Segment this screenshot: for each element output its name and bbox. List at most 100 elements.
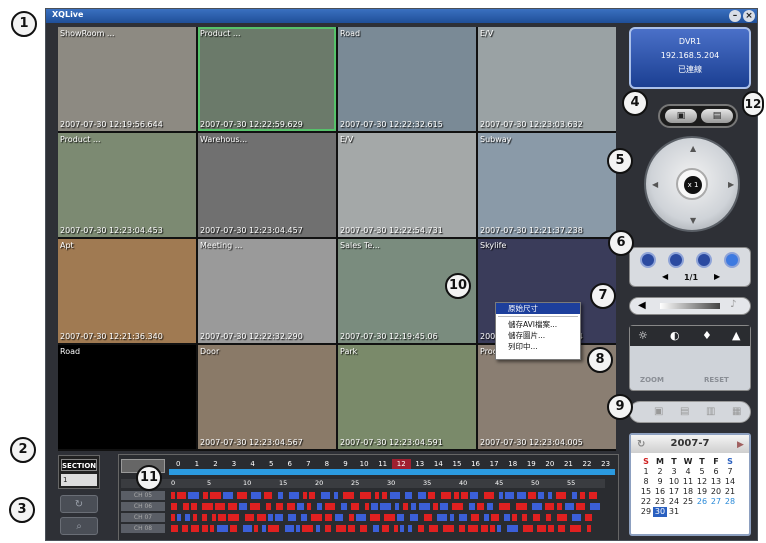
hour-tick[interactable]: 17 (485, 459, 504, 469)
prev-month-icon[interactable]: ↻ (637, 436, 645, 454)
prev-page-icon[interactable]: ◀ (662, 272, 668, 281)
ptz-center[interactable]: x 1 (676, 168, 708, 200)
calendar-day[interactable]: 3 (667, 467, 681, 477)
hour-tick[interactable]: 7 (299, 459, 318, 469)
calendar-day[interactable]: 20 (709, 487, 723, 497)
camera-tile[interactable]: Subway 2007-07-30 12:21:37.238 (478, 133, 616, 237)
ptz-control[interactable]: ▲ ▼ ◀ ▶ x 1 (644, 136, 740, 232)
calendar-day[interactable]: 13 (709, 477, 723, 487)
hour-tick[interactable]: 11 (373, 459, 392, 469)
camera-tile[interactable]: Product ... 2007-07-30 12:22:59.629 (198, 27, 336, 131)
calendar-day[interactable]: 4 (681, 467, 695, 477)
calendar-day[interactable]: 27 (709, 497, 723, 507)
calendar-day[interactable]: 6 (709, 467, 723, 477)
menu-item-original-size[interactable]: 原始尺寸 (496, 303, 580, 314)
speaker-icon[interactable]: ◀ (638, 300, 646, 311)
camera-tile[interactable]: Park 2007-07-30 12:23:04.591 (338, 345, 476, 449)
next-page-icon[interactable]: ▶ (714, 272, 720, 281)
section-select[interactable]: 1 (61, 474, 97, 486)
mic-icon[interactable]: ♪ (730, 299, 736, 310)
calendar-day[interactable]: 26 (695, 497, 709, 507)
copy-icon[interactable]: ▥ (706, 406, 715, 417)
hour-tick[interactable]: 13 (411, 459, 430, 469)
calendar-day[interactable]: 14 (723, 477, 737, 487)
close-icon[interactable]: × (743, 10, 755, 22)
export-icon[interactable]: ▦ (732, 406, 741, 417)
next-month-icon[interactable]: ▶ (737, 436, 744, 454)
layout-4x4-button[interactable] (724, 252, 740, 268)
camera-tile[interactable]: E/V 2007-07-30 12:23:03.632 (478, 27, 616, 131)
calendar-day[interactable]: 1 (639, 467, 653, 477)
search-button[interactable]: ⌕ (60, 517, 98, 535)
hour-tick[interactable]: 6 (280, 459, 299, 469)
calendar-day[interactable]: 17 (667, 487, 681, 497)
print-icon[interactable]: ▤ (680, 406, 689, 417)
calendar-day[interactable]: 5 (695, 467, 709, 477)
camera-tile[interactable]: ShowRoom ... 2007-07-30 12:19:56.644 (58, 27, 196, 131)
minimize-icon[interactable]: – (729, 10, 741, 22)
ptz-down-icon[interactable]: ▼ (690, 216, 696, 225)
hour-tick[interactable]: 5 (262, 459, 281, 469)
layout-3x3-button[interactable] (696, 252, 712, 268)
hour-tick[interactable]: 21 (559, 459, 578, 469)
hour-tick[interactable]: 2 (206, 459, 225, 469)
calendar-day[interactable]: 12 (695, 477, 709, 487)
hour-tick[interactable]: 0 (169, 459, 188, 469)
calendar-day[interactable]: 31 (667, 507, 681, 517)
layout-1x1-button[interactable] (640, 252, 656, 268)
camera-tile[interactable]: Warehous... 2007-07-30 12:23:04.457 (198, 133, 336, 237)
open-folder-button[interactable]: ▤ (701, 109, 733, 123)
camera-tile[interactable]: E/V 2007-07-30 12:22:54.731 (338, 133, 476, 237)
zoom-button[interactable]: ZOOM (640, 376, 664, 384)
camera-tile[interactable]: Meeting ... 2007-07-30 12:22:32.290 (198, 239, 336, 343)
dvr-connect-button[interactable]: ▣ (665, 109, 697, 123)
volume-slider[interactable] (660, 303, 720, 309)
calendar-day[interactable]: 19 (695, 487, 709, 497)
calendar-day[interactable]: 10 (667, 477, 681, 487)
hour-tick[interactable]: 19 (522, 459, 541, 469)
hour-tick[interactable]: 1 (188, 459, 207, 469)
calendar-day[interactable]: 2 (653, 467, 667, 477)
hour-tick[interactable]: 8 (318, 459, 337, 469)
hour-tick[interactable]: 4 (243, 459, 262, 469)
calendar-day[interactable]: 28 (723, 497, 737, 507)
camera-tile[interactable]: Road (58, 345, 196, 449)
ptz-right-icon[interactable]: ▶ (728, 180, 734, 189)
calendar-day[interactable]: 8 (639, 477, 653, 487)
hour-ruler[interactable]: 0 1 2 3 4 5 6 7 8 9 10 11 12 13 14 15 16 17 18 19 20 21 22 23 (169, 459, 615, 469)
calendar-day[interactable]: 21 (723, 487, 737, 497)
hour-tick[interactable]: 10 (355, 459, 374, 469)
calendar-day[interactable]: 15 (639, 487, 653, 497)
hour-tick[interactable]: 9 (336, 459, 355, 469)
timeline-tracks[interactable]: 0 5 10 15 20 25 30 35 40 45 50 55 CH 05 CH 06 CH 07 CH … (121, 479, 605, 539)
calendar-day[interactable]: 18 (681, 487, 695, 497)
hour-tick[interactable]: 14 (429, 459, 448, 469)
reset-button[interactable]: RESET (704, 376, 729, 384)
calendar-day[interactable]: 11 (681, 477, 695, 487)
hour-tick[interactable]: 15 (448, 459, 467, 469)
channel-track[interactable]: CH 07 (121, 513, 605, 522)
calendar-day[interactable]: 22 (639, 497, 653, 507)
ptz-up-icon[interactable]: ▲ (690, 144, 696, 153)
calendar-day[interactable]: 30 (653, 507, 667, 517)
calendar-day[interactable]: 23 (653, 497, 667, 507)
calendar-day[interactable]: 7 (723, 467, 737, 477)
layout-2x2-button[interactable] (668, 252, 684, 268)
ptz-left-icon[interactable]: ◀ (652, 180, 658, 189)
hour-tick[interactable]: 12 (391, 459, 411, 469)
hour-tick[interactable]: 22 (578, 459, 597, 469)
calendar-day[interactable]: 9 (653, 477, 667, 487)
camera-tile[interactable]: Apt 2007-07-30 12:21:36.340 (58, 239, 196, 343)
hour-tick[interactable]: 16 (466, 459, 485, 469)
refresh-button[interactable]: ↻ (60, 495, 98, 513)
calendar-day[interactable]: 25 (681, 497, 695, 507)
camera-tile[interactable]: Road 2007-07-30 12:22:32.615 (338, 27, 476, 131)
calendar-day[interactable]: 29 (639, 507, 653, 517)
hour-tick[interactable]: 18 (503, 459, 522, 469)
camera-tile[interactable]: Product ... 2007-07-30 12:23:04.453 (58, 133, 196, 237)
camera-tile[interactable]: Door 2007-07-30 12:23:04.567 (198, 345, 336, 449)
hour-tick[interactable]: 20 (541, 459, 560, 469)
hour-tick[interactable]: 23 (596, 459, 615, 469)
channel-track[interactable]: CH 05 (121, 491, 605, 500)
menu-item-save-image[interactable]: 儲存圖片... (496, 330, 580, 341)
